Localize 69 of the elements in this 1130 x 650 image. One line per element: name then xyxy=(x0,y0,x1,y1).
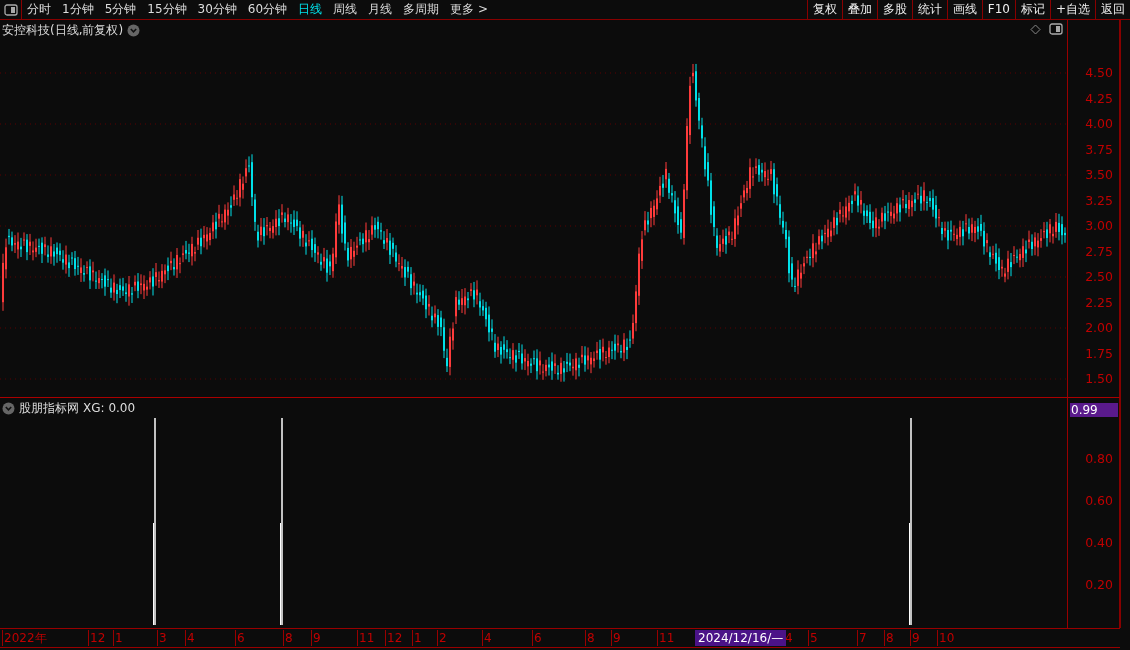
date-label: 12 xyxy=(385,630,403,646)
diamond-icon[interactable] xyxy=(1030,23,1041,35)
date-label: 11 xyxy=(657,630,675,646)
axis-label: 1.50 xyxy=(1085,372,1113,386)
toolbar-button[interactable]: 画线 xyxy=(946,0,982,19)
axis-label: 0.20 xyxy=(1085,578,1113,592)
period-tab[interactable]: 多周期 xyxy=(398,0,446,19)
axis-label: 4.00 xyxy=(1085,117,1113,131)
date-label: 8 xyxy=(283,630,293,646)
cursor-value-label: 0.99 xyxy=(1070,403,1118,417)
date-label: 2 xyxy=(437,630,447,646)
cursor-date-label: 2024/12/16/— xyxy=(695,630,787,646)
date-label: 6 xyxy=(235,630,245,646)
axis-label: 2.25 xyxy=(1085,295,1113,310)
period-tab[interactable]: 30分钟 xyxy=(192,0,243,19)
axis-label: 4.50 xyxy=(1085,66,1113,80)
axis-label: 0.60 xyxy=(1085,494,1113,508)
chart-title: 安控科技(日线,前复权) xyxy=(2,22,124,39)
toolbar-button[interactable]: +自选 xyxy=(1049,0,1095,19)
period-tab[interactable]: 1分钟 xyxy=(57,0,100,19)
axis-label: 0.80 xyxy=(1085,452,1113,466)
dropdown-icon[interactable] xyxy=(127,23,141,37)
axis-label: 3.50 xyxy=(1085,168,1113,182)
period-tab[interactable]: 5分钟 xyxy=(99,0,143,19)
date-label: 8 xyxy=(585,630,595,646)
period-tab[interactable]: 60分钟 xyxy=(242,0,294,19)
toolbar-button[interactable]: 多股 xyxy=(876,0,912,19)
dropdown-icon[interactable] xyxy=(2,401,15,415)
date-label: 8 xyxy=(884,630,894,646)
toolbar-button[interactable]: 叠加 xyxy=(841,0,877,19)
date-label: 10 xyxy=(937,630,955,646)
axis-label: 1.75 xyxy=(1085,346,1113,361)
axis-label: 2.00 xyxy=(1085,321,1113,335)
period-tab[interactable]: 更多 > xyxy=(445,0,494,19)
period-tab[interactable]: 周线 xyxy=(328,0,364,19)
toolbar-button[interactable]: F10 xyxy=(981,0,1015,19)
date-label: 4 xyxy=(482,630,492,646)
axis-label: 3.25 xyxy=(1085,193,1113,208)
period-tab[interactable]: 月线 xyxy=(363,0,399,19)
toolbar-button[interactable]: 返回 xyxy=(1095,0,1130,19)
date-label: 11 xyxy=(357,630,375,646)
axis-label: 0.40 xyxy=(1085,536,1113,550)
axis-label: 3.00 xyxy=(1085,219,1113,233)
axis-label: 2.75 xyxy=(1085,244,1113,259)
date-label: 1 xyxy=(113,630,123,646)
date-label: 4 xyxy=(185,630,195,646)
date-label: 2022年 xyxy=(2,630,47,646)
toolbar-button[interactable]: 复权 xyxy=(806,0,842,19)
axis-label: 3.75 xyxy=(1085,142,1113,157)
date-label: 9 xyxy=(910,630,920,646)
period-tab[interactable]: 分时 xyxy=(22,0,57,19)
period-tab[interactable]: 15分钟 xyxy=(142,0,193,19)
period-tab[interactable]: 日线 xyxy=(293,0,329,19)
date-label: 1 xyxy=(412,630,422,646)
date-label: 7 xyxy=(857,630,867,646)
date-label: 9 xyxy=(311,630,321,646)
date-label: 9 xyxy=(611,630,621,646)
toolbar-button[interactable]: 统计 xyxy=(911,0,947,19)
axis-label: 2.50 xyxy=(1085,270,1113,284)
date-label: 6 xyxy=(532,630,542,646)
date-label: 3 xyxy=(157,630,167,646)
date-label: 12 xyxy=(88,630,106,646)
panel-toggle-icon[interactable] xyxy=(1049,23,1063,35)
indicator-reading: XG: 0.00 xyxy=(83,400,136,417)
axis-label: 4.25 xyxy=(1085,91,1113,106)
toolbar-button[interactable]: 标记 xyxy=(1014,0,1050,19)
indicator-title: 股朋指标网 xyxy=(19,400,79,417)
date-label: 5 xyxy=(808,630,818,646)
panel-toggle-icon[interactable] xyxy=(3,3,18,16)
